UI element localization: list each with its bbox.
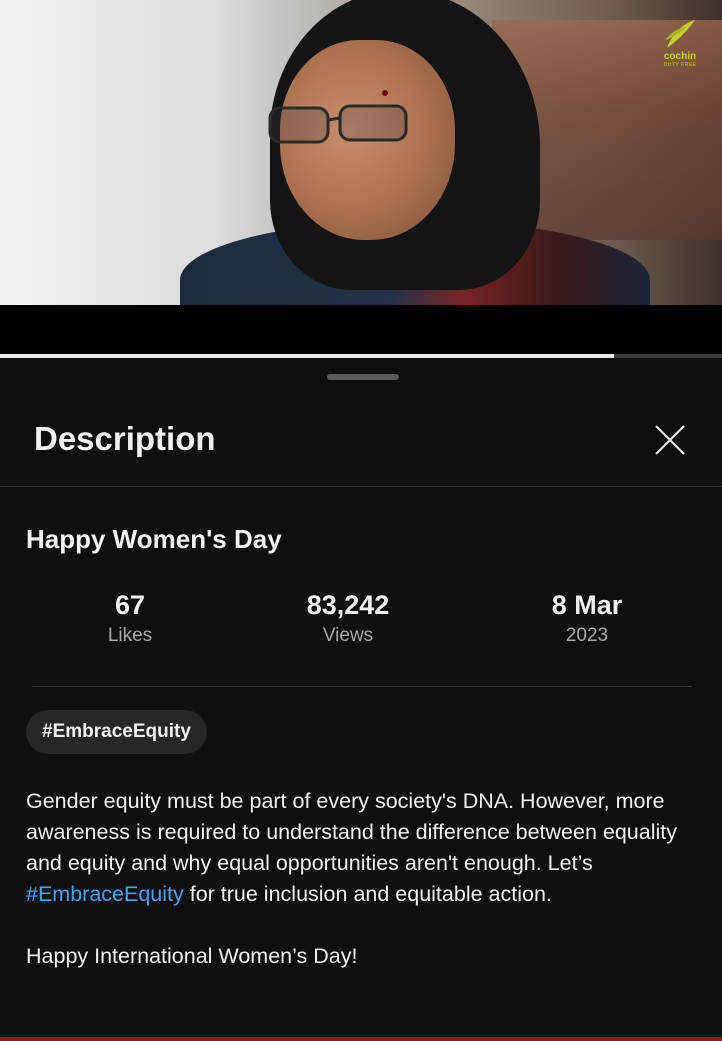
leaf-logo-icon — [665, 20, 695, 48]
hashtag-chip[interactable]: #EmbraceEquity — [26, 710, 207, 754]
description-text: Gender equity must be part of every soci… — [26, 786, 706, 972]
stat-likes: 67 Likes — [70, 590, 190, 647]
header-divider — [0, 486, 722, 487]
video-background-wall — [0, 0, 160, 305]
sheet-drag-handle[interactable] — [327, 374, 399, 380]
description-sheet: Description Happy Women's Day 67 Likes 8… — [0, 358, 722, 1041]
video-title: Happy Women's Day — [26, 524, 282, 554]
stats-divider — [32, 686, 692, 687]
publish-date: 8 Mar — [551, 590, 623, 620]
stat-views: 83,242 Views — [268, 590, 428, 647]
description-paragraph: Gender equity must be part of every soci… — [26, 786, 706, 910]
close-icon — [655, 425, 685, 455]
description-part1: Gender equity must be part of every soci… — [26, 789, 677, 875]
stat-date: 8 Mar 2023 — [512, 590, 662, 647]
description-closing: Happy International Women’s Day! — [26, 944, 358, 968]
sheet-title: Description — [34, 420, 216, 457]
channel-watermark-logo: cochin DUTY FREE — [658, 18, 702, 78]
glasses-icon — [268, 104, 408, 144]
likes-count: 67 — [114, 590, 146, 620]
bottom-accent-line — [0, 1037, 722, 1041]
video-letterbox — [0, 305, 722, 355]
views-count: 83,242 — [306, 590, 390, 620]
logo-subtext: DUTY FREE — [663, 62, 697, 68]
views-label: Views — [322, 625, 374, 646]
hashtag-link[interactable]: #EmbraceEquity — [26, 882, 184, 906]
description-part2: for true inclusion and equitable action. — [183, 882, 552, 906]
close-button[interactable] — [650, 420, 690, 460]
logo-name: cochin — [663, 51, 697, 62]
publish-year: 2023 — [565, 625, 609, 646]
likes-label: Likes — [107, 625, 153, 646]
video-subject-bindi — [382, 90, 388, 96]
video-player[interactable]: cochin DUTY FREE — [0, 0, 722, 305]
